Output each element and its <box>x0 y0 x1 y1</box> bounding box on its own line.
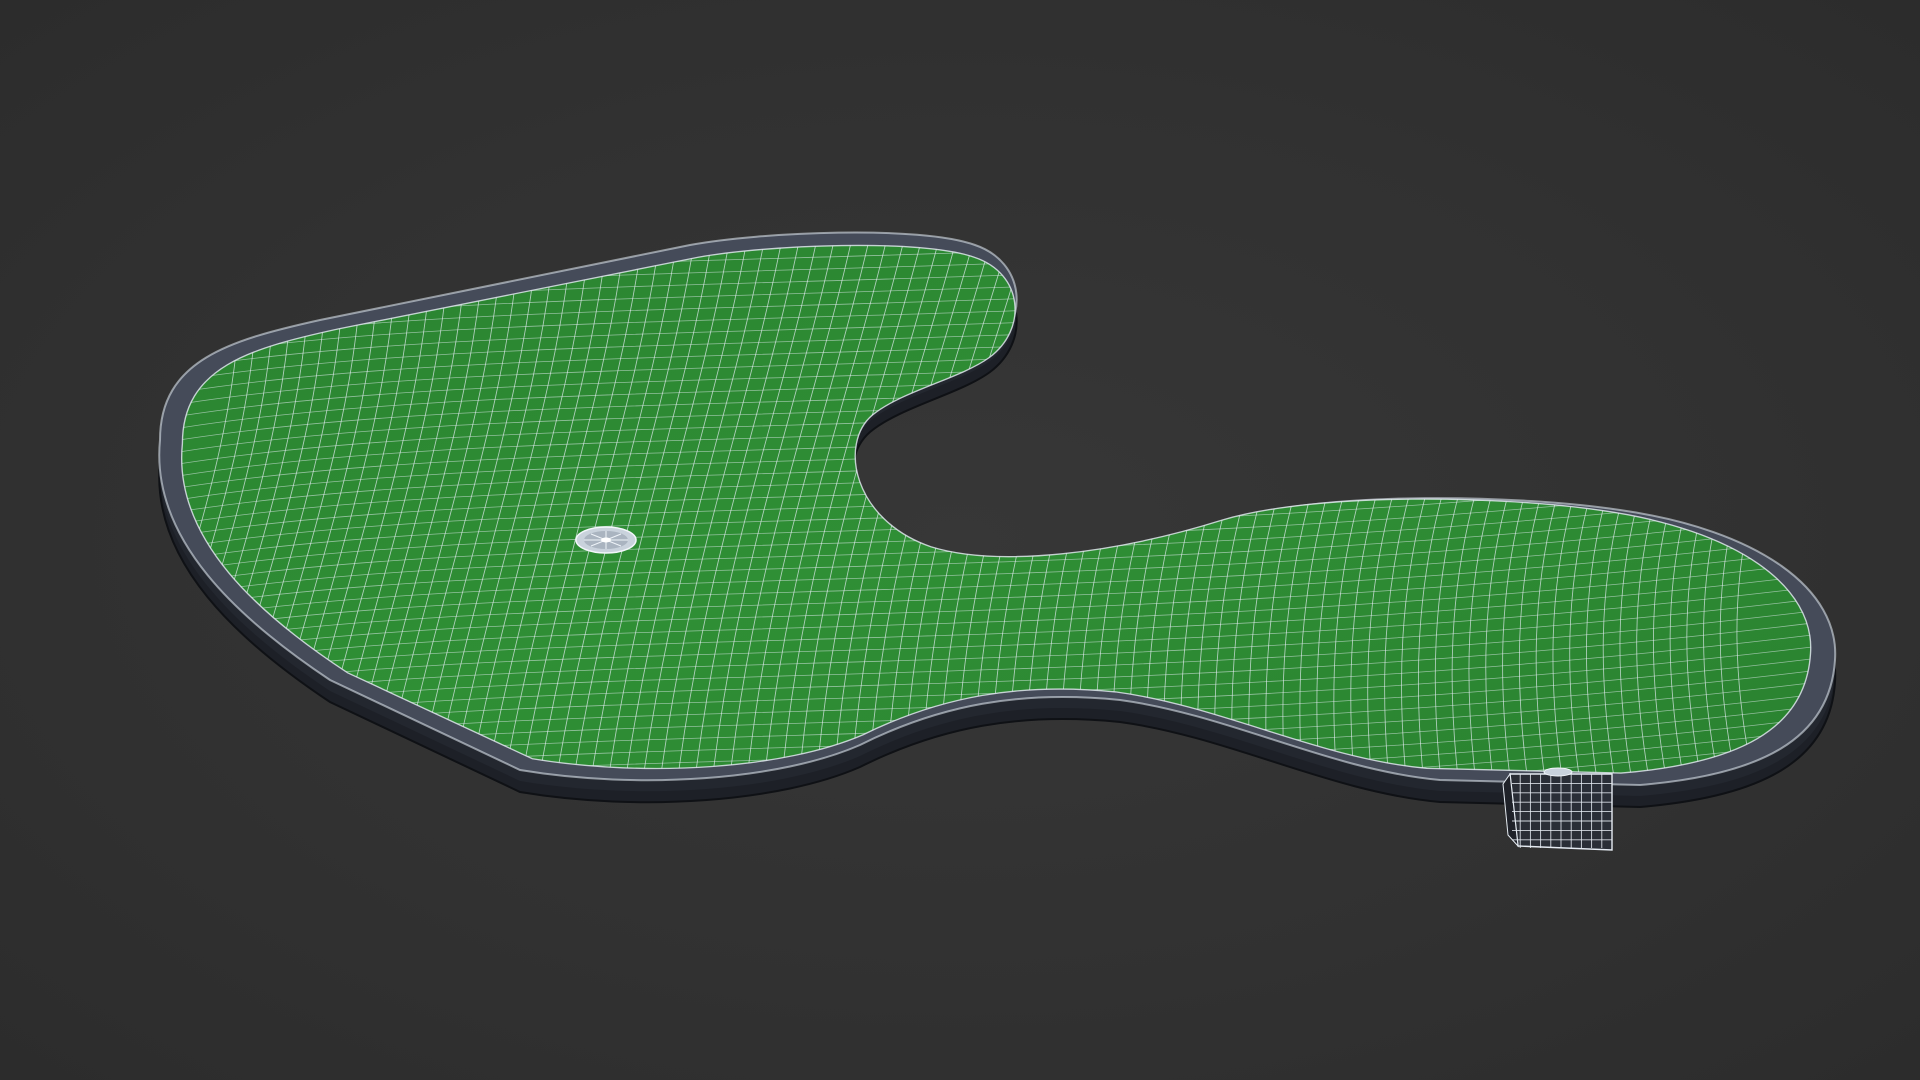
putting-green-mesh[interactable] <box>114 176 1885 852</box>
corner-box-mesh[interactable] <box>1502 767 1613 851</box>
golf-cup[interactable] <box>575 526 637 554</box>
3d-viewport[interactable] <box>0 0 1920 1080</box>
wireframe-render <box>114 176 1885 852</box>
